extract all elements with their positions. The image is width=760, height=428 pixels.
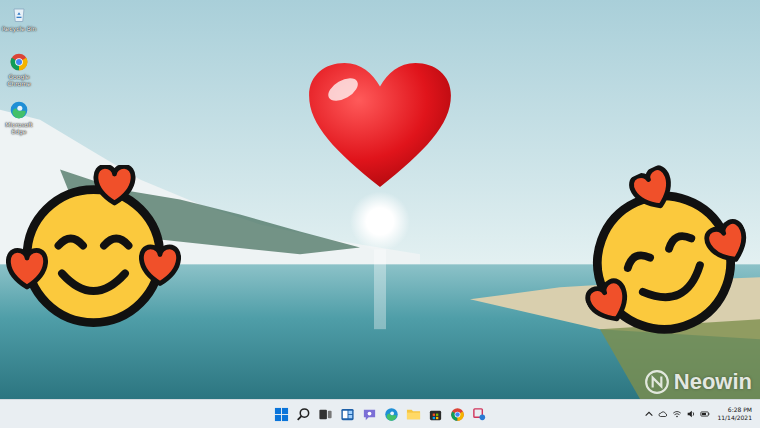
desktop: Recycle Bin Google Chrome Microsoft Edge Ne… [0, 0, 760, 399]
search-icon[interactable] [296, 407, 311, 422]
desktop-icon-label: Microsoft Edge [0, 121, 38, 135]
taskbar: 6:28 PM11/14/2021 [0, 399, 760, 428]
desktop-icon[interactable]: Microsoft Edge [0, 98, 38, 144]
chevron-up-icon[interactable] [644, 409, 654, 419]
desktop-icon-label: Google Chrome [0, 73, 38, 87]
snipping-tool-icon[interactable] [472, 407, 487, 422]
watermark: Neowin [644, 369, 752, 395]
file-explorer-icon[interactable] [406, 407, 421, 422]
desktop-icon[interactable]: Google Chrome [0, 50, 38, 96]
neowin-logo-icon [644, 369, 670, 395]
wifi-icon[interactable] [672, 409, 682, 419]
battery-icon[interactable] [700, 409, 710, 419]
desktop-icon[interactable]: Recycle Bin [0, 2, 38, 48]
system-tray: 6:28 PM11/14/2021 [487, 406, 755, 422]
clock-date: 11/14/2021 [717, 414, 752, 422]
red-heart-icon [305, 60, 455, 190]
store-icon[interactable] [428, 407, 443, 422]
desktop-icons: Recycle Bin Google Chrome Microsoft Edge [0, 2, 38, 144]
task-view-icon[interactable] [318, 407, 333, 422]
edge-icon[interactable] [384, 407, 399, 422]
clock[interactable]: 6:28 PM11/14/2021 [717, 406, 754, 422]
desktop-screen: Recycle Bin Google Chrome Microsoft Edge Ne… [0, 0, 760, 428]
edge-icon [9, 100, 29, 120]
chat-icon[interactable] [362, 407, 377, 422]
desktop-icon-label: Recycle Bin [2, 25, 37, 32]
cloud-icon[interactable] [658, 409, 668, 419]
volume-icon[interactable] [686, 409, 696, 419]
taskbar-apps [274, 407, 487, 422]
chrome-icon[interactable] [450, 407, 465, 422]
clock-time: 6:28 PM [728, 406, 752, 414]
smiling-face-with-hearts-icon [6, 165, 181, 340]
chrome-icon [9, 52, 29, 72]
start-windows-icon[interactable] [274, 407, 289, 422]
watermark-text: Neowin [674, 369, 752, 395]
recycle-bin-icon [9, 4, 29, 24]
widgets-icon[interactable] [340, 407, 355, 422]
